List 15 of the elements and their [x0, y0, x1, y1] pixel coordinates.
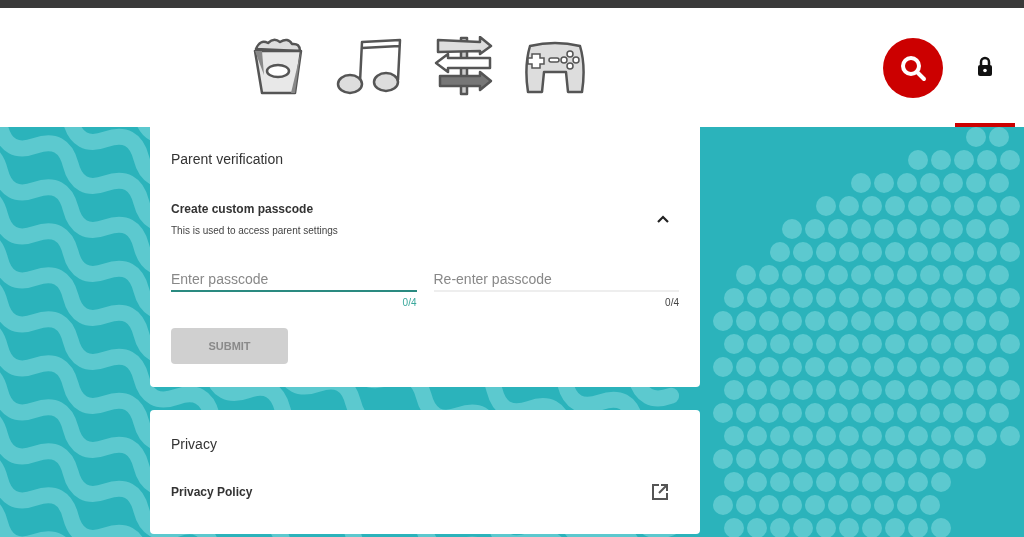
section-subtitle: This is used to access parent settings	[171, 224, 338, 238]
card-title: Privacy	[171, 435, 218, 454]
character-counter: 0/4	[402, 296, 417, 310]
search-icon	[899, 53, 927, 82]
character-counter: 0/4	[665, 296, 679, 310]
signpost-icon	[434, 35, 494, 96]
submit-button: SUBMIT	[171, 328, 288, 364]
external-link-icon	[651, 483, 669, 501]
passcode-field[interactable]: Enter passcode	[171, 268, 417, 292]
lock-icon	[977, 55, 993, 76]
card-title: Parent verification	[171, 150, 285, 169]
collapse-button[interactable]	[657, 215, 669, 223]
section-title: Create custom passcode	[171, 201, 315, 218]
chevron-up-icon	[657, 215, 669, 223]
privacy-policy-link[interactable]: Privacy Policy	[171, 483, 679, 501]
